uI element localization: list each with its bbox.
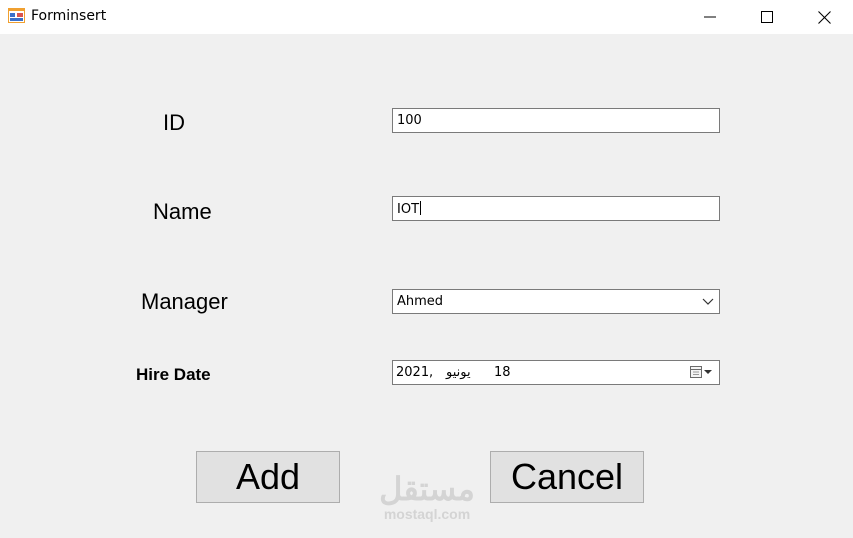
maximize-button[interactable] — [738, 0, 796, 34]
maximize-icon — [761, 11, 773, 23]
title-bar[interactable]: Forminsert — [0, 0, 853, 34]
close-button[interactable] — [795, 0, 853, 34]
text-caret — [420, 201, 422, 215]
cancel-button[interactable]: Cancel — [490, 451, 644, 503]
manager-label: Manager — [141, 289, 228, 314]
name-label: Name — [153, 199, 212, 224]
manager-selected-value: Ahmed — [397, 294, 444, 309]
watermark: مستقل mostaql.com — [372, 472, 482, 528]
windows-form-icon — [8, 8, 25, 23]
name-input-value: IOT — [397, 202, 420, 217]
date-month: يونيو — [446, 365, 471, 380]
minimize-icon — [704, 16, 716, 18]
date-day: 18 — [494, 365, 511, 380]
add-button[interactable]: Add — [196, 451, 340, 503]
watermark-arabic: مستقل — [379, 471, 475, 507]
chevron-down-icon[interactable] — [701, 294, 715, 308]
hire-date-picker[interactable]: 2021 , يونيو 18 — [392, 360, 720, 385]
date-year: 2021 — [396, 365, 430, 380]
name-input[interactable]: IOT — [392, 196, 720, 221]
id-label: ID — [163, 110, 185, 135]
watermark-latin: mostaql.com — [383, 506, 471, 522]
close-icon — [817, 10, 831, 24]
date-separator: , — [429, 365, 434, 380]
manager-combobox[interactable]: Ahmed — [392, 289, 720, 314]
window-title: Forminsert — [31, 8, 107, 24]
minimize-button[interactable] — [681, 0, 739, 34]
calendar-dropdown-icon[interactable] — [689, 364, 715, 380]
hire-date-label: Hire Date — [136, 365, 211, 384]
id-input[interactable]: 100 — [392, 108, 720, 133]
